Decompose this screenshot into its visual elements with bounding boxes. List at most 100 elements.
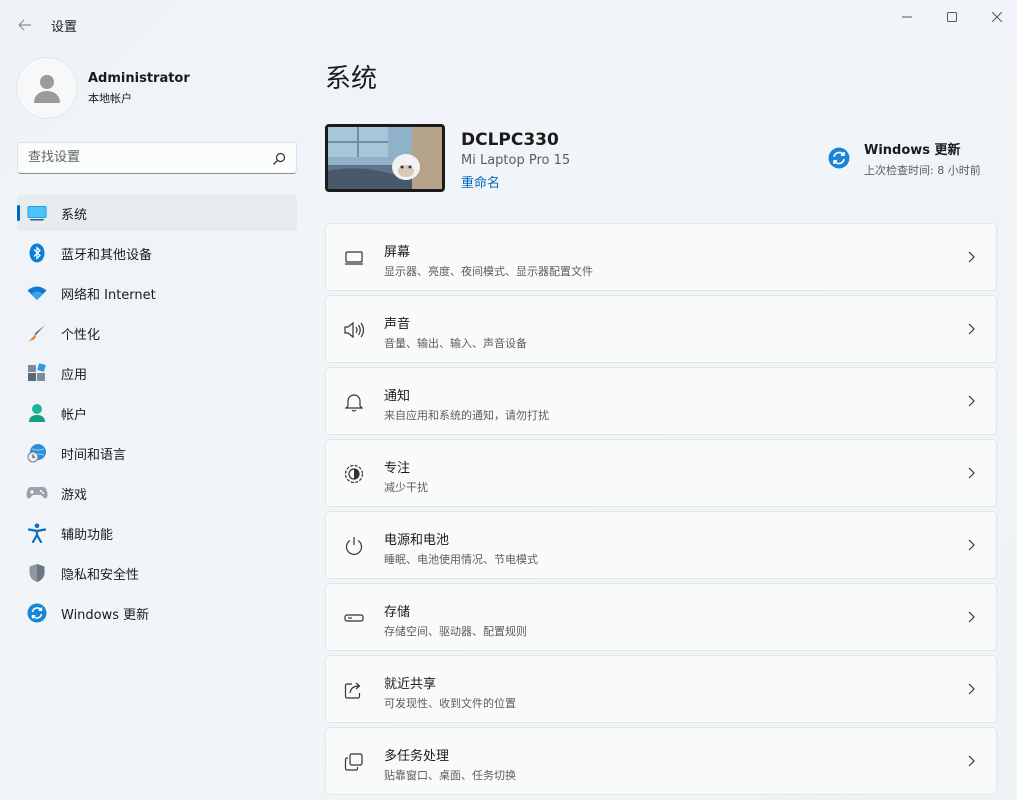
card-description: 减少干扰 (384, 481, 428, 494)
card-title: 通知 (384, 389, 411, 404)
wallpaper-image (328, 127, 442, 189)
chevron-right-icon (968, 395, 975, 407)
gamepad-icon (26, 482, 48, 504)
apps-icon (26, 362, 48, 384)
paintbrush-icon (26, 322, 48, 344)
rename-link[interactable]: 重命名 (461, 172, 500, 191)
card-nearby-sharing[interactable]: 就近共享 可发现性、收到文件的位置 (325, 655, 997, 723)
page-title: 系统 (325, 64, 378, 94)
back-button[interactable] (14, 14, 36, 36)
sidebar-item-apps[interactable]: 应用 (17, 355, 297, 391)
card-title: 屏幕 (384, 245, 411, 260)
chevron-right-icon (968, 467, 975, 479)
sidebar-item-label: Windows 更新 (61, 607, 150, 623)
storage-icon (343, 607, 365, 629)
user-avatar-icon (34, 75, 60, 103)
app-title: 设置 (51, 20, 78, 35)
profile-name: Administrator (88, 70, 190, 86)
maximize-icon (947, 12, 957, 22)
desktop-wallpaper-thumbnail[interactable] (325, 124, 445, 192)
minimize-icon (902, 16, 912, 18)
speaker-icon (343, 319, 365, 341)
card-focus[interactable]: 专注 减少干扰 (325, 439, 997, 507)
sidebar-item-label: 游戏 (61, 487, 88, 503)
card-title: 存储 (384, 605, 411, 620)
monitor-icon (343, 247, 365, 269)
device-model: Mi Laptop Pro 15 (461, 153, 571, 168)
sidebar-item-network[interactable]: 网络和 Internet (17, 275, 297, 311)
card-title: 就近共享 (384, 677, 437, 692)
sidebar-item-personalization[interactable]: 个性化 (17, 315, 297, 351)
card-description: 睡眠、电池使用情况、节电模式 (384, 553, 538, 566)
sidebar-item-windows-update[interactable]: Windows 更新 (17, 595, 297, 631)
card-description: 音量、输出、输入、声音设备 (384, 337, 527, 350)
windows-update-status[interactable]: Windows 更新 上次检查时间: 8 小时前 (828, 139, 981, 178)
sidebar-item-time-language[interactable]: 时间和语言 (17, 435, 297, 471)
device-info: DCLPC330 Mi Laptop Pro 15 重命名 (325, 124, 570, 192)
maximize-button[interactable] (937, 6, 967, 28)
card-description: 可发现性、收到文件的位置 (384, 697, 516, 710)
card-title: 电源和电池 (384, 533, 450, 548)
chevron-right-icon (968, 755, 975, 767)
card-description: 来自应用和系统的通知，请勿打扰 (384, 409, 549, 422)
accessibility-icon (26, 522, 48, 544)
search-icon[interactable] (272, 152, 286, 166)
power-icon (343, 535, 365, 557)
windows-update-icon (26, 602, 48, 624)
card-description: 贴靠窗口、桌面、任务切换 (384, 769, 516, 782)
multitask-icon (343, 751, 365, 773)
card-description: 显示器、亮度、夜间模式、显示器配置文件 (384, 265, 593, 278)
sidebar-item-label: 隐私和安全性 (61, 567, 140, 583)
card-sound[interactable]: 声音 音量、输出、输入、声音设备 (325, 295, 997, 363)
sidebar-item-label: 帐户 (61, 407, 88, 423)
sidebar-item-accessibility[interactable]: 辅助功能 (17, 515, 297, 551)
chevron-right-icon (968, 611, 975, 623)
card-title: 专注 (384, 461, 411, 476)
card-description: 存储空间、驱动器、配置规则 (384, 625, 527, 638)
card-power[interactable]: 电源和电池 睡眠、电池使用情况、节电模式 (325, 511, 997, 579)
wifi-icon (26, 282, 48, 304)
system-display-icon (26, 202, 48, 224)
close-icon (992, 12, 1002, 22)
windows-update-title: Windows 更新 (864, 143, 961, 158)
card-multitasking[interactable]: 多任务处理 贴靠窗口、桌面、任务切换 (325, 727, 997, 795)
device-name: DCLPC330 (461, 130, 559, 150)
chevron-right-icon (968, 539, 975, 551)
settings-window: 设置 Administrator 本地帐户 查找设置 系统 蓝牙和其他设备 网络… (0, 0, 1017, 800)
sidebar-item-gaming[interactable]: 游戏 (17, 475, 297, 511)
arrow-left-icon (18, 19, 31, 31)
sidebar-item-privacy[interactable]: 隐私和安全性 (17, 555, 297, 591)
settings-card-list: 屏幕 显示器、亮度、夜间模式、显示器配置文件 声音 音量、输出、输入、声音设备 … (325, 223, 997, 799)
globe-clock-icon (26, 442, 48, 464)
sidebar-nav: 系统 蓝牙和其他设备 网络和 Internet 个性化 应用 帐户 时间和语言 … (17, 195, 297, 635)
close-button[interactable] (982, 6, 1012, 28)
sidebar-item-label: 网络和 Internet (61, 287, 156, 303)
bell-icon (343, 391, 365, 413)
chevron-right-icon (968, 251, 975, 263)
card-notifications[interactable]: 通知 来自应用和系统的通知，请勿打扰 (325, 367, 997, 435)
sidebar-item-label: 蓝牙和其他设备 (61, 247, 153, 263)
user-profile[interactable]: Administrator 本地帐户 (16, 57, 190, 119)
card-display[interactable]: 屏幕 显示器、亮度、夜间模式、显示器配置文件 (325, 223, 997, 291)
sidebar-item-bluetooth[interactable]: 蓝牙和其他设备 (17, 235, 297, 271)
chevron-right-icon (968, 323, 975, 335)
chevron-right-icon (968, 683, 975, 695)
search-box[interactable] (17, 142, 297, 174)
sidebar-item-label: 个性化 (61, 327, 101, 343)
sidebar-item-accounts[interactable]: 帐户 (17, 395, 297, 431)
bluetooth-icon (26, 242, 48, 264)
search-input[interactable] (28, 150, 258, 165)
minimize-button[interactable] (892, 6, 922, 28)
shield-icon (26, 562, 48, 584)
sidebar-item-label: 辅助功能 (61, 527, 114, 543)
sidebar-item-label: 时间和语言 (61, 447, 127, 463)
sidebar-item-label: 应用 (61, 367, 88, 383)
windows-update-last-checked: 上次检查时间: 8 小时前 (864, 164, 981, 177)
card-title: 声音 (384, 317, 411, 332)
windows-update-icon (828, 147, 850, 169)
avatar (16, 57, 78, 119)
share-icon (343, 679, 365, 701)
card-title: 多任务处理 (384, 749, 450, 764)
sidebar-item-system[interactable]: 系统 (17, 195, 297, 231)
card-storage[interactable]: 存储 存储空间、驱动器、配置规则 (325, 583, 997, 651)
